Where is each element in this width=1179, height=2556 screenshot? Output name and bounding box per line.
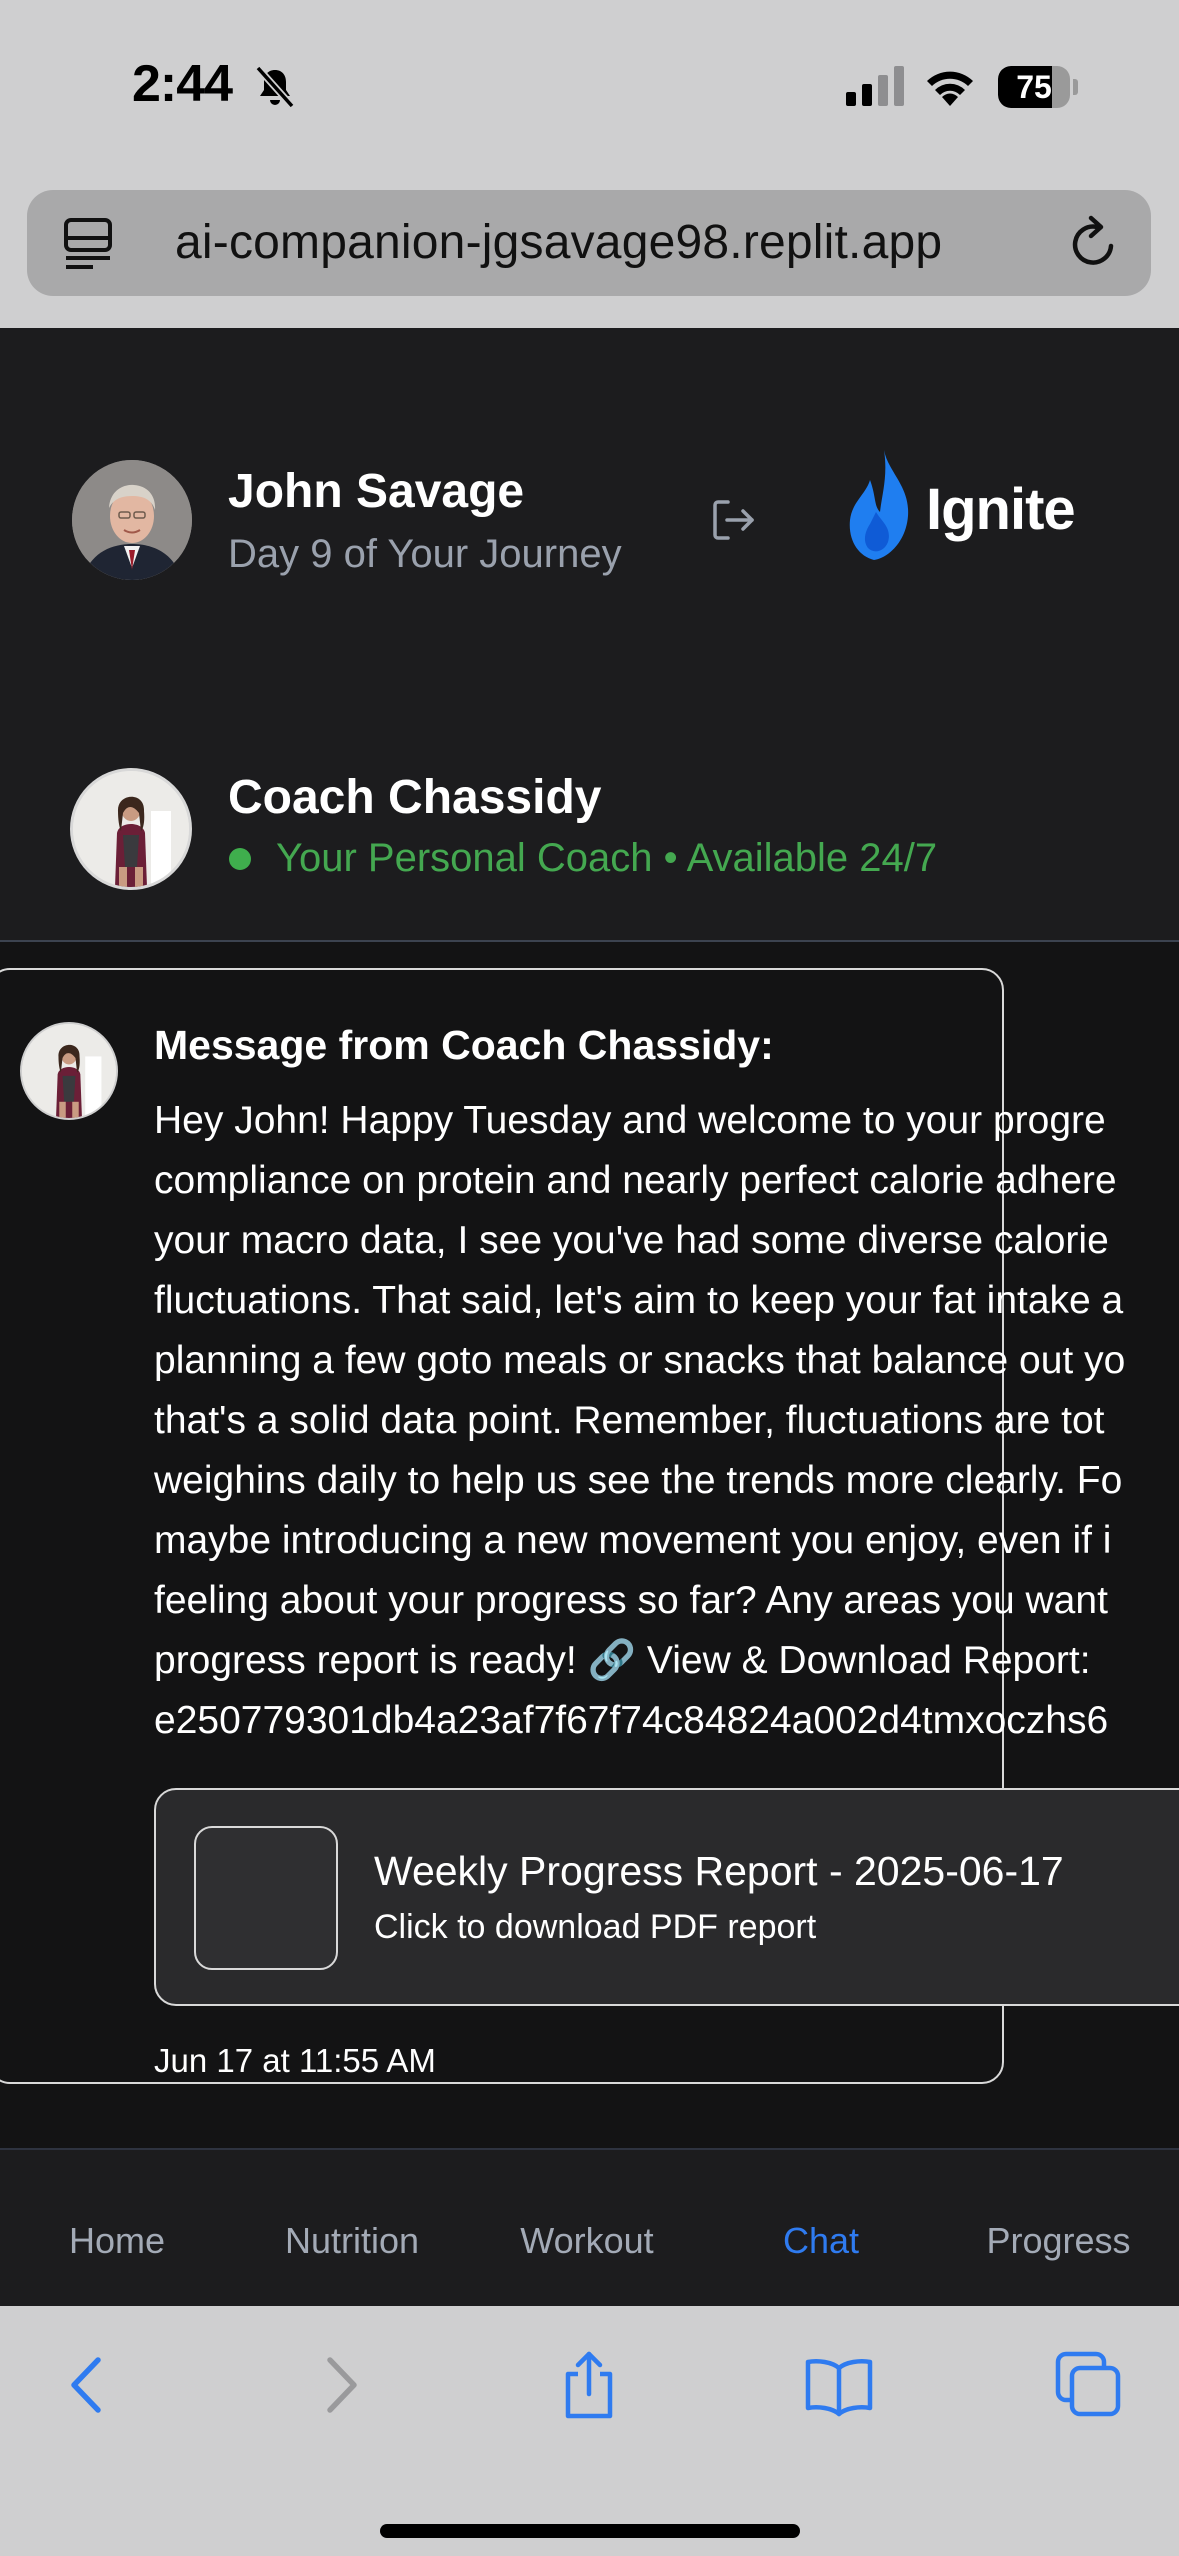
message-line: weighins daily to help us see the trends… [154, 1459, 1123, 1502]
brand-name: Ignite [926, 477, 1076, 542]
nav-home[interactable]: Home [0, 2150, 234, 2306]
forward-icon[interactable] [306, 2350, 376, 2420]
nav-nutrition[interactable]: Nutrition [234, 2150, 470, 2306]
back-icon[interactable] [52, 2350, 122, 2420]
logout-icon[interactable] [710, 496, 758, 544]
battery-indicator: 75 [998, 66, 1078, 108]
online-status-dot [229, 848, 251, 870]
user-name: John Savage [228, 465, 525, 518]
message-line: maybe introducing a new movement you enj… [154, 1519, 1112, 1562]
nav-workout[interactable]: Workout [470, 2150, 704, 2306]
bookmarks-icon[interactable] [804, 2350, 874, 2420]
message-line: that's a solid data point. Remember, flu… [154, 1399, 1105, 1442]
message-line: Hey John! Happy Tuesday and welcome to y… [154, 1099, 1106, 1142]
message-title: Message from Coach Chassidy: [154, 1022, 774, 1068]
bell-off-icon [255, 65, 295, 109]
status-time: 2:44 [132, 55, 233, 113]
journey-day: Day 9 of Your Journey [228, 532, 622, 576]
coach-name: Coach Chassidy [228, 771, 602, 824]
chat-thread[interactable]: Message from Coach Chassidy: Hey John! H… [0, 942, 1179, 2148]
message-line: e250779301db4a23af7f67f74c84824a002d4tmx… [154, 1699, 1109, 1742]
message-line: feeling about your progress so far? Any … [154, 1579, 1108, 1622]
nav-chat[interactable]: Chat [704, 2150, 938, 2306]
ignite-logo-flame-icon [849, 450, 909, 560]
pdf-file-icon [194, 1826, 338, 1970]
message-line: progress report is ready! 🔗 View & Downl… [154, 1639, 1091, 1682]
report-title[interactable]: Weekly Progress Report - 2025-06-17 [374, 1848, 1064, 1895]
bottom-navigation: Home Nutrition Workout Chat Progress [0, 2148, 1179, 2306]
user-avatar[interactable] [72, 460, 192, 580]
tabs-overview-icon[interactable] [1054, 2350, 1124, 2420]
message-sender-avatar [20, 1022, 118, 1120]
reload-icon[interactable] [1067, 214, 1121, 272]
nav-progress[interactable]: Progress [938, 2150, 1179, 2306]
share-icon[interactable] [554, 2350, 624, 2420]
address-bar[interactable]: ai-companion-jgsavage98.replit.app [27, 190, 1151, 296]
browser-top-chrome: 2:44 75 ai-companion-jgsavage98.replit.a… [0, 0, 1179, 328]
report-attachment-card[interactable]: Weekly Progress Report - 2025-06-17 Clic… [154, 1788, 1179, 2006]
app-header: John Savage Day 9 of Your Journey Ignite… [0, 328, 1179, 942]
battery-percent: 75 [1016, 69, 1052, 105]
coach-avatar[interactable] [70, 768, 192, 890]
report-download-hint: Click to download PDF report [374, 1908, 817, 1946]
coach-availability: Your Personal Coach • Available 24/7 [276, 836, 938, 880]
wifi-icon [927, 71, 973, 106]
message-line: planning a few goto meals or snacks that… [154, 1339, 1126, 1382]
home-indicator [380, 2524, 800, 2538]
url-text[interactable]: ai-companion-jgsavage98.replit.app [175, 190, 942, 296]
message-line: your macro data, I see you've had some d… [154, 1219, 1109, 1262]
message-timestamp: Jun 17 at 11:55 AM [154, 2042, 436, 2079]
browser-toolbar [0, 2306, 1179, 2556]
page-menu-icon[interactable] [63, 216, 113, 270]
message-line: compliance on protein and nearly perfect… [154, 1159, 1117, 1202]
cellular-signal-icon [846, 66, 904, 106]
message-line: fluctuations. That said, let's aim to ke… [154, 1279, 1124, 1322]
